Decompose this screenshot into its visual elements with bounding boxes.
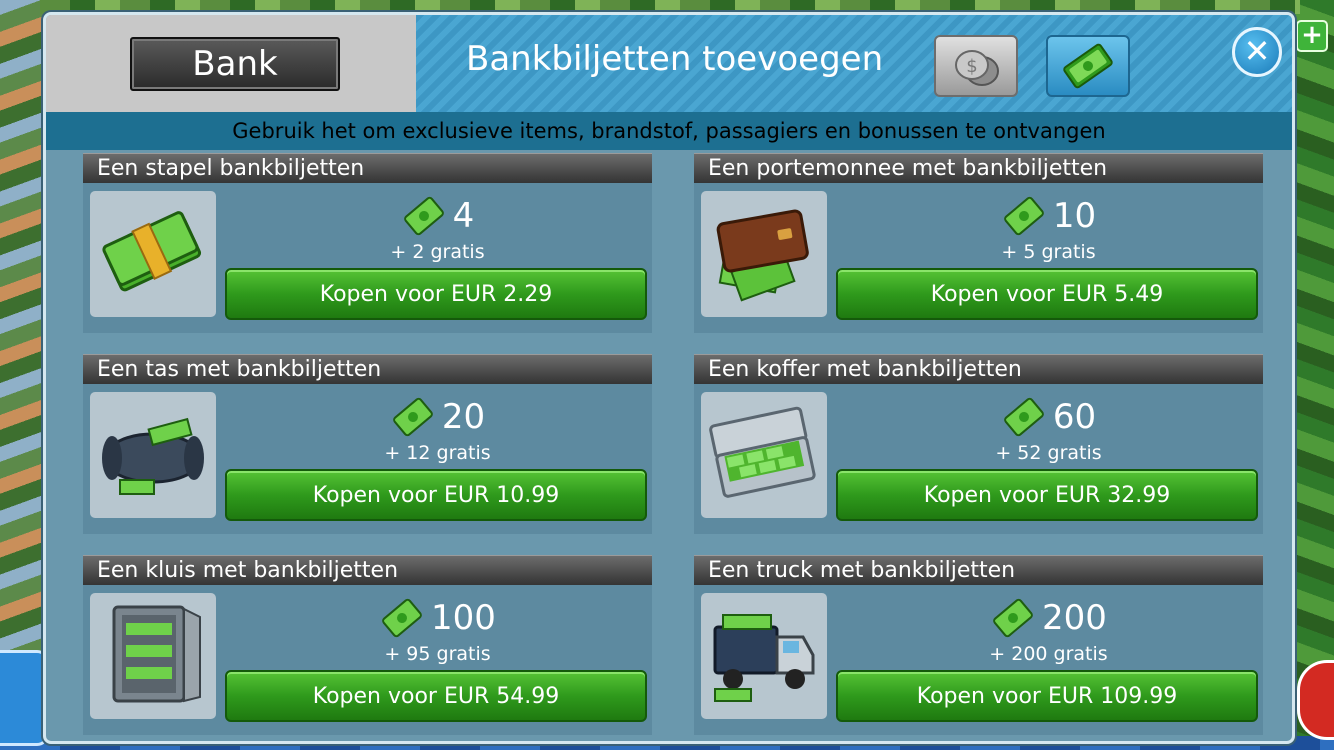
offer-amount: 10 (1052, 196, 1097, 236)
bank-dialog: Bank Bankbiljetten toevoegen $ ✕ Gebruik… (43, 12, 1295, 744)
hud-button-right[interactable] (1297, 660, 1334, 740)
offer-amount: 60 (1052, 397, 1097, 437)
offer-bonus: + 2 gratis (390, 241, 485, 263)
cash-icon (403, 196, 444, 236)
subtitle-bar: Gebruik het om exclusieve items, brandst… (46, 112, 1292, 150)
title-bar: Bankbiljetten toevoegen $ ✕ (416, 15, 1292, 112)
buy-button[interactable]: Kopen voor EUR 109.99 (836, 670, 1258, 722)
offer-card: Een stapel bankbiljetten 4 + 2 gratis Ko… (83, 153, 652, 333)
offer-title: Een kluis met bankbiljetten (83, 555, 652, 585)
offer-title: Een portemonnee met bankbiljetten (694, 153, 1263, 183)
buy-button[interactable]: Kopen voor EUR 10.99 (225, 469, 647, 521)
bag-icon (90, 392, 216, 518)
offer-card: Een koffer met bankbiljetten 60 + 52 gra… (694, 354, 1263, 534)
offer-amount: 20 (441, 397, 486, 437)
coins-tab-button[interactable]: $ (934, 35, 1018, 97)
cash-icon (382, 598, 422, 638)
banknotes-icon (1063, 43, 1113, 89)
buy-button[interactable]: Kopen voor EUR 54.99 (225, 670, 647, 722)
offer-title: Een koffer met bankbiljetten (694, 354, 1263, 384)
stack-icon (90, 191, 216, 317)
safe-icon (90, 593, 216, 719)
offer-amount: 100 (431, 598, 496, 638)
offer-bonus: + 200 gratis (989, 643, 1108, 665)
offer-bonus: + 12 gratis (384, 442, 491, 464)
offer-card: Een portemonnee met bankbiljetten 10 + 5 (694, 153, 1263, 333)
banknotes-tab-button[interactable] (1046, 35, 1130, 97)
cash-icon (1003, 397, 1044, 437)
buy-button[interactable]: Kopen voor EUR 5.49 (836, 268, 1258, 320)
offer-title: Een truck met bankbiljetten (694, 555, 1263, 585)
offer-amount: 200 (1042, 598, 1107, 638)
offer-amount: 4 (452, 196, 475, 236)
dialog-header: Bank Bankbiljetten toevoegen $ ✕ (46, 15, 1292, 112)
suitcase-icon (701, 392, 827, 518)
offer-title: Een stapel bankbiljetten (83, 153, 652, 183)
close-icon[interactable]: ✕ (1232, 27, 1282, 77)
cash-icon (993, 598, 1033, 638)
buy-button[interactable]: Kopen voor EUR 2.29 (225, 268, 647, 320)
dialog-title: Bankbiljetten toevoegen (466, 39, 884, 79)
hud-button-left[interactable] (0, 650, 49, 746)
offer-bonus: + 5 gratis (1001, 241, 1096, 263)
offer-bonus: + 52 gratis (995, 442, 1102, 464)
offer-title: Een tas met bankbiljetten (83, 354, 652, 384)
bank-tab-button[interactable]: Bank (130, 37, 340, 91)
offer-card: Een tas met bankbiljetten 20 + 12 gratis… (83, 354, 652, 534)
buy-button[interactable]: Kopen voor EUR 32.99 (836, 469, 1258, 521)
offer-bonus: + 95 gratis (384, 643, 491, 665)
truck-icon (701, 593, 827, 719)
svg-text:$: $ (966, 56, 977, 77)
tab-area: Bank (46, 15, 416, 112)
add-plus-icon[interactable]: + (1296, 20, 1328, 52)
coins-icon: $ (955, 50, 999, 86)
wallet-icon (701, 191, 827, 317)
city-strip-left (0, 0, 48, 750)
cash-icon (1003, 196, 1044, 236)
offer-card: Een truck met bankbiljetten 200 + 200 gr… (694, 555, 1263, 735)
cash-icon (392, 397, 433, 437)
offer-card: Een kluis met bankbiljetten 100 + 95 gra… (83, 555, 652, 735)
